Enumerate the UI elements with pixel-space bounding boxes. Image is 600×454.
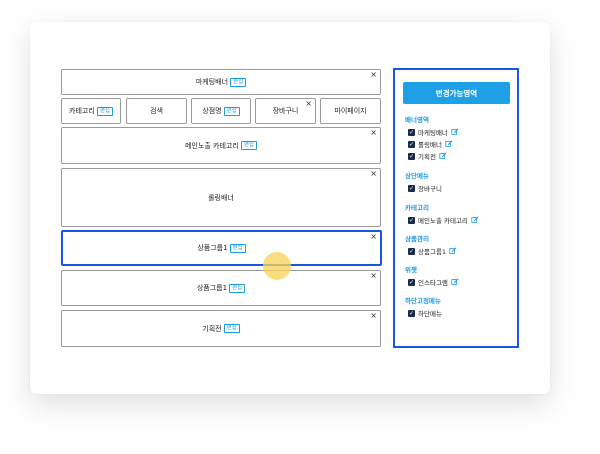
block-label: 마이페이지 bbox=[334, 107, 367, 115]
close-icon[interactable]: × bbox=[305, 100, 312, 108]
block-mypage[interactable]: 마이페이지 bbox=[320, 98, 381, 124]
edit-tag[interactable]: 편집 bbox=[240, 141, 257, 150]
close-icon[interactable]: × bbox=[370, 312, 377, 320]
group-title: 상단메뉴 bbox=[405, 172, 429, 180]
group-title: 상품관리 bbox=[405, 235, 429, 243]
edit-tag[interactable]: 편집 bbox=[230, 77, 247, 87]
checkbox-icon[interactable]: ✓ bbox=[408, 309, 415, 317]
list-item[interactable]: ✓ 기획전 bbox=[408, 151, 447, 161]
block-main-category[interactable]: 메인노출 카테고리 편집 × bbox=[61, 127, 381, 164]
block-label: 마케팅배너 bbox=[195, 78, 229, 86]
pencil-icon[interactable] bbox=[471, 216, 479, 224]
checkbox-icon[interactable]: ✓ bbox=[408, 128, 415, 136]
checkbox-icon[interactable]: ✓ bbox=[408, 152, 415, 160]
close-icon[interactable]: × bbox=[370, 129, 377, 137]
item-label: 기획전 bbox=[418, 153, 436, 161]
block-label: 롤링배너 bbox=[208, 193, 234, 202]
editable-area-button[interactable]: 변경가능영역 bbox=[403, 82, 510, 104]
group-title: 카테고리 bbox=[405, 204, 429, 212]
item-label: 상품그룹1 bbox=[418, 248, 447, 256]
list-item[interactable]: ✓ 인스타그램 bbox=[408, 277, 459, 287]
group-title: 위젯 bbox=[405, 266, 417, 274]
edit-tag[interactable]: 편집 bbox=[229, 283, 246, 293]
close-icon[interactable]: × bbox=[370, 170, 377, 178]
pencil-icon[interactable] bbox=[449, 247, 457, 255]
edit-tag[interactable]: 편집 bbox=[229, 243, 246, 253]
block-category[interactable]: 카테고리 편집 bbox=[61, 98, 121, 124]
block-product-group[interactable]: 상품그룹1 편집 × bbox=[61, 270, 381, 306]
list-item[interactable]: ✓ 하단메뉴 bbox=[408, 308, 442, 318]
item-label: 하단메뉴 bbox=[418, 310, 442, 318]
block-product-group-selected[interactable]: 상품그룹1 편집 × bbox=[61, 230, 382, 266]
close-icon[interactable]: × bbox=[370, 233, 377, 241]
block-search[interactable]: 검색 bbox=[126, 98, 187, 124]
checkbox-icon[interactable]: ✓ bbox=[408, 140, 415, 148]
edit-tag[interactable]: 편집 bbox=[96, 106, 113, 116]
block-label: 상품그룹1 bbox=[196, 284, 228, 292]
editable-area-panel: 변경가능영역 배너영역 ✓ 마케팅배너 ✓ 롤링배너 ✓ 기획전 상단메뉴 ✓ … bbox=[393, 68, 519, 348]
block-cart[interactable]: 장바구니 × bbox=[255, 98, 316, 124]
item-label: 인스타그램 bbox=[418, 279, 448, 287]
block-label: 메인노출 카테고리 bbox=[185, 141, 239, 150]
block-label: 카테고리 bbox=[69, 107, 95, 115]
list-item[interactable]: ✓ 롤링배너 bbox=[408, 139, 453, 149]
checkbox-icon[interactable]: ✓ bbox=[408, 247, 415, 255]
edit-tag[interactable]: 편집 bbox=[223, 324, 240, 333]
pencil-icon[interactable] bbox=[439, 152, 447, 160]
pencil-icon[interactable] bbox=[451, 128, 459, 136]
block-label: 검색 bbox=[150, 107, 163, 115]
close-icon[interactable]: × bbox=[370, 71, 377, 79]
block-marketing-banner[interactable]: 마케팅배너 편집 × bbox=[61, 69, 381, 95]
click-indicator bbox=[263, 252, 291, 280]
item-label: 장바구니 bbox=[418, 185, 442, 193]
pencil-icon[interactable] bbox=[445, 140, 453, 148]
checkbox-icon[interactable]: ✓ bbox=[408, 216, 415, 224]
group-title: 배너영역 bbox=[405, 116, 429, 124]
block-product-name[interactable]: 상점명 편집 bbox=[191, 98, 251, 124]
block-rolling-banner[interactable]: 롤링배너 × bbox=[61, 168, 381, 227]
block-label: 장바구니 bbox=[272, 107, 299, 115]
item-label: 마케팅배너 bbox=[418, 129, 448, 137]
checkbox-icon[interactable]: ✓ bbox=[408, 184, 415, 192]
list-item[interactable]: ✓ 상품그룹1 bbox=[408, 246, 457, 256]
pencil-icon[interactable] bbox=[451, 278, 459, 286]
group-title: 하단고정메뉴 bbox=[405, 297, 441, 305]
item-label: 메인노출 카테고리 bbox=[418, 217, 468, 225]
edit-tag[interactable]: 편집 bbox=[223, 106, 240, 116]
list-item[interactable]: ✓ 마케팅배너 bbox=[408, 127, 459, 137]
item-label: 롤링배너 bbox=[418, 141, 442, 149]
list-item[interactable]: ✓ 메인노출 카테고리 bbox=[408, 215, 479, 225]
block-label: 기획전 bbox=[202, 324, 222, 333]
block-special[interactable]: 기획전 편집 × bbox=[61, 310, 381, 347]
block-label: 상품그룹1 bbox=[197, 244, 228, 252]
block-label: 상점명 bbox=[202, 107, 222, 115]
checkbox-icon[interactable]: ✓ bbox=[408, 278, 415, 286]
close-icon[interactable]: × bbox=[370, 272, 377, 280]
list-item[interactable]: ✓ 장바구니 bbox=[408, 183, 442, 193]
